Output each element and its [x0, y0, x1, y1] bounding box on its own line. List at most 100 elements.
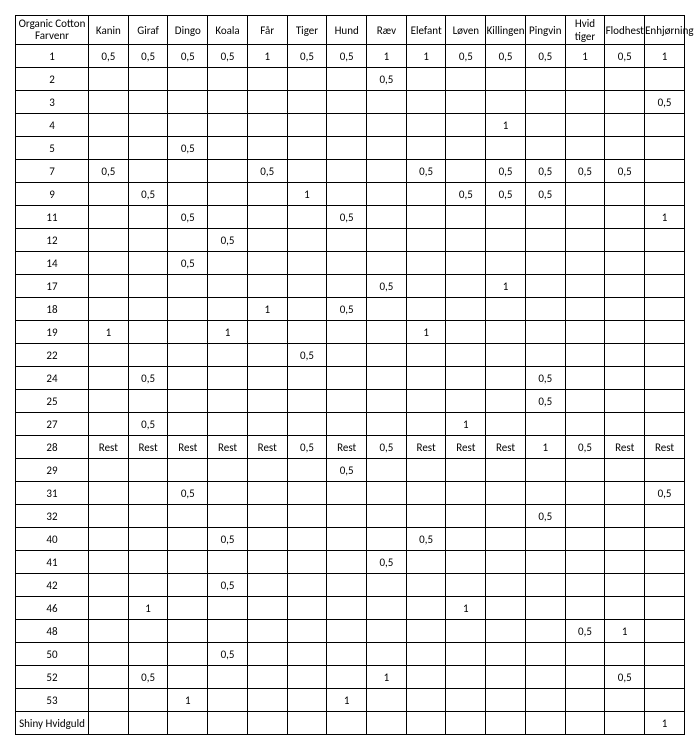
row-label: 29 [16, 459, 89, 482]
cell [168, 298, 208, 321]
cell [327, 712, 367, 735]
cell [605, 91, 645, 114]
cell [446, 160, 486, 183]
cell [247, 551, 287, 574]
cell [605, 528, 645, 551]
cell [287, 275, 327, 298]
row-label: 2 [16, 68, 89, 91]
header-row: Organic Cotton Farvenr KaninGirafDingoKo… [16, 16, 685, 45]
cell [645, 68, 685, 91]
cell [645, 252, 685, 275]
cell [367, 114, 407, 137]
cell: 0,5 [446, 183, 486, 206]
cell [287, 712, 327, 735]
cell [208, 160, 248, 183]
cell [645, 275, 685, 298]
cell [645, 367, 685, 390]
cell [89, 344, 129, 367]
cell [406, 505, 446, 528]
row-label: 46 [16, 597, 89, 620]
cell [605, 712, 645, 735]
column-header: Giraf [128, 16, 168, 45]
cell [367, 367, 407, 390]
table-row: 120,5 [16, 229, 685, 252]
cell [565, 666, 605, 689]
cell [406, 183, 446, 206]
cell [645, 229, 685, 252]
cell [645, 597, 685, 620]
cell [565, 505, 605, 528]
cell: Rest [327, 436, 367, 459]
cell [168, 344, 208, 367]
row-label: 42 [16, 574, 89, 597]
cell [605, 597, 645, 620]
cell [486, 252, 526, 275]
cell [128, 114, 168, 137]
cell: Rest [406, 436, 446, 459]
column-header: Ræv [367, 16, 407, 45]
cell [645, 574, 685, 597]
cell [287, 597, 327, 620]
cell: 0,5 [327, 459, 367, 482]
cell: 0,5 [89, 45, 129, 68]
cell [208, 275, 248, 298]
table-row: 20,5 [16, 68, 685, 91]
cell [605, 275, 645, 298]
table-row: 320,5 [16, 505, 685, 528]
cell [327, 344, 367, 367]
cell [287, 482, 327, 505]
cell [446, 321, 486, 344]
cell: 1 [565, 45, 605, 68]
cell: 0,5 [247, 160, 287, 183]
cell [406, 459, 446, 482]
cell: 0,5 [128, 367, 168, 390]
cell [168, 68, 208, 91]
cell [208, 367, 248, 390]
cell [645, 689, 685, 712]
cell [287, 298, 327, 321]
cell [128, 160, 168, 183]
cell [486, 321, 526, 344]
column-header: Hund [327, 16, 367, 45]
cell [247, 505, 287, 528]
cell [525, 643, 565, 666]
cell [605, 68, 645, 91]
cell [208, 344, 248, 367]
table-row: 10,50,50,50,510,50,5110,50,50,510,51 [16, 45, 685, 68]
cell [89, 574, 129, 597]
cell [89, 597, 129, 620]
cell [446, 344, 486, 367]
table-row: 5311 [16, 689, 685, 712]
cell: 0,5 [327, 206, 367, 229]
cell [327, 574, 367, 597]
cell [208, 666, 248, 689]
cell [525, 68, 565, 91]
table-row: 310,50,5 [16, 482, 685, 505]
row-label: 5 [16, 137, 89, 160]
corner-line2: Farvenr [16, 30, 88, 42]
cell [287, 137, 327, 160]
cell [367, 482, 407, 505]
cell [89, 689, 129, 712]
table-row: 420,5 [16, 574, 685, 597]
cell [287, 666, 327, 689]
table-row: 140,5 [16, 252, 685, 275]
cell [406, 229, 446, 252]
cell [406, 551, 446, 574]
cell: 1 [89, 321, 129, 344]
row-label: 41 [16, 551, 89, 574]
cell [565, 574, 605, 597]
cell [605, 344, 645, 367]
table-row: 270,51 [16, 413, 685, 436]
cell [89, 482, 129, 505]
row-label: 53 [16, 689, 89, 712]
cell [565, 367, 605, 390]
cell: 1 [645, 45, 685, 68]
cell [327, 252, 367, 275]
table-row: 4611 [16, 597, 685, 620]
cell [168, 229, 208, 252]
cell: 1 [486, 114, 526, 137]
cell [208, 413, 248, 436]
cell [406, 390, 446, 413]
cell: 0,5 [565, 436, 605, 459]
